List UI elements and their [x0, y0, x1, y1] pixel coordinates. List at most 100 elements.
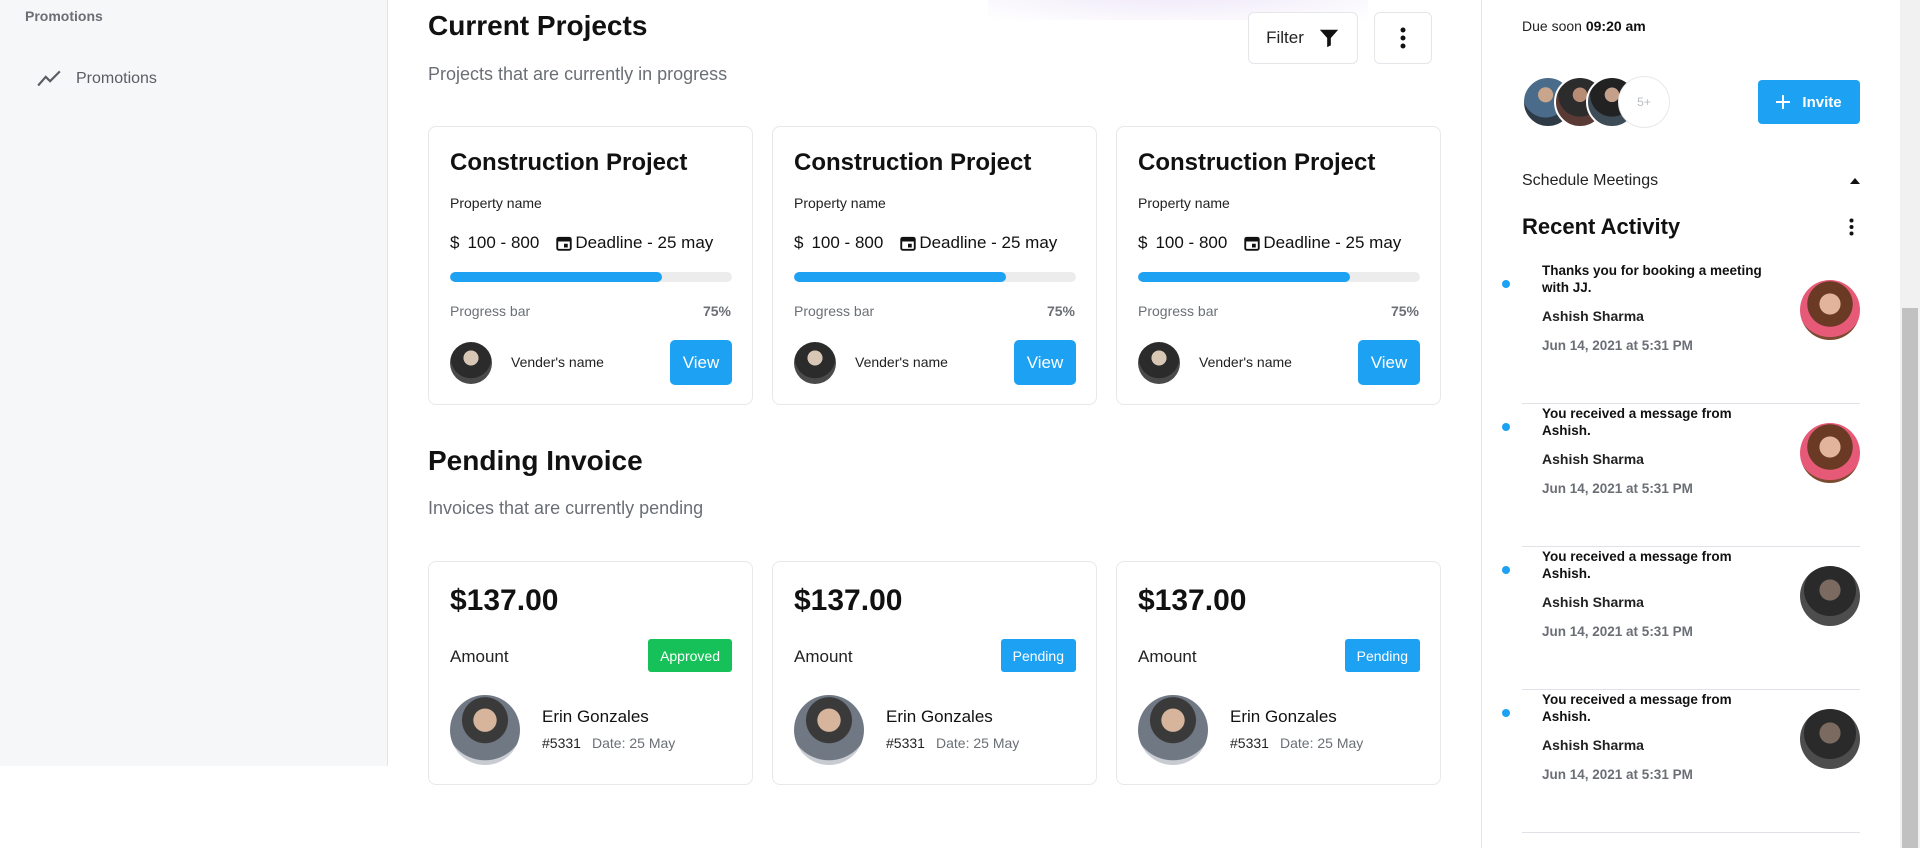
invoice-card: $137.00 Amount Approved Erin Gonzales #5… [428, 561, 753, 785]
client-name: Erin Gonzales [542, 707, 649, 726]
activity-time: Jun 14, 2021 at 5:31 PM [1542, 481, 1693, 496]
price-range: 100 - 800 [1155, 233, 1228, 252]
sidebar-item-label: Promotions [76, 70, 157, 87]
schedule-meetings-toggle[interactable]: Schedule Meetings [1522, 172, 1860, 190]
due-label: Due soon [1522, 18, 1582, 34]
project-card: Construction Project Property name $ 100… [1116, 126, 1441, 405]
man-avatar [1800, 566, 1860, 626]
vendor-avatar [450, 342, 492, 384]
calendar-icon [1244, 236, 1260, 251]
project-card: Construction Project Property name $ 100… [772, 126, 1097, 405]
vertical-scrollbar[interactable] [1900, 0, 1920, 848]
activity-user: Ashish Sharma [1542, 451, 1644, 467]
invoice-date: Date: 25 May [592, 735, 676, 751]
avatar [450, 695, 520, 765]
activity-message: Thanks you for booking a meeting with JJ… [1542, 263, 1762, 295]
client-name: Erin Gonzales [886, 707, 993, 726]
project-title: Construction Project [1138, 149, 1376, 176]
invoice-date: Date: 25 May [1280, 735, 1364, 751]
recent-activity-title: Recent Activity [1522, 214, 1681, 239]
activity-item[interactable]: You received a message from Ashish. Ashi… [1502, 691, 1860, 833]
app-root: Promotions Promotions Current Projects P… [0, 0, 1920, 848]
amount-label: Amount [1138, 647, 1197, 666]
pending-invoice-subtitle: Invoices that are currently pending [428, 498, 704, 518]
filter-icon [1319, 29, 1339, 48]
activity-time: Jun 14, 2021 at 5:31 PM [1542, 624, 1693, 639]
progress-percent: 75% [1390, 303, 1419, 319]
progress-label: Progress bar [450, 303, 531, 319]
vendor-name: Vender's name [855, 354, 948, 370]
recent-activity-more-button[interactable] [1842, 214, 1860, 240]
calendar-icon [556, 236, 572, 251]
property-name: Property name [794, 195, 886, 211]
activity-user: Ashish Sharma [1542, 308, 1644, 324]
currency-symbol: $ [794, 233, 804, 252]
invoice-number: #5331 [542, 735, 581, 751]
vendor-avatar [794, 342, 836, 384]
project-title: Construction Project [794, 149, 1032, 176]
progress-percent: 75% [702, 303, 731, 319]
activity-message: You received a message from Ashish. [1542, 406, 1732, 438]
amount-label: Amount [794, 647, 853, 666]
invoice-amount: $137.00 [450, 584, 559, 617]
calendar-icon [900, 236, 916, 251]
deadline: Deadline - 25 may [919, 233, 1058, 252]
progress-fill [1138, 272, 1350, 282]
progress-percent: 75% [1046, 303, 1075, 319]
property-name: Property name [1138, 195, 1230, 211]
sidebar-item-promotions[interactable]: Promotions [36, 66, 157, 92]
activity-item[interactable]: You received a message from Ashish. Ashi… [1502, 548, 1860, 690]
activity-message: You received a message from Ashish. [1542, 549, 1732, 581]
amount-label: Amount [450, 647, 509, 666]
activity-user: Ashish Sharma [1542, 594, 1644, 610]
status-badge: Approved [648, 639, 732, 672]
more-options-button[interactable] [1374, 12, 1432, 64]
vendor-avatar [1138, 342, 1180, 384]
schedule-label: Schedule Meetings [1522, 172, 1659, 189]
invoice-number: #5331 [886, 735, 925, 751]
view-button[interactable]: View [670, 340, 732, 385]
activity-time: Jun 14, 2021 at 5:31 PM [1542, 338, 1693, 353]
invoice-card: $137.00 Amount Pending Erin Gonzales #53… [772, 561, 1097, 785]
activity-user: Ashish Sharma [1542, 737, 1644, 753]
vendor-name: Vender's name [1199, 354, 1292, 370]
activity-time: Jun 14, 2021 at 5:31 PM [1542, 767, 1693, 782]
progress-fill [794, 272, 1006, 282]
invoice-card: $137.00 Amount Pending Erin Gonzales #53… [1116, 561, 1441, 785]
more-vertical-icon [1849, 218, 1853, 236]
activity-item[interactable]: Thanks you for booking a meeting with JJ… [1502, 262, 1860, 404]
sidebar: Promotions Promotions [0, 0, 388, 766]
invite-button[interactable]: Invite [1758, 80, 1860, 124]
progress-bar [794, 272, 1076, 282]
invoice-amount: $137.00 [1138, 584, 1247, 617]
scrollbar-thumb[interactable] [1902, 308, 1918, 848]
invoice-amount: $137.00 [794, 584, 903, 617]
avatar [794, 695, 864, 765]
current-projects-title: Current Projects [428, 10, 648, 41]
more-avatars-count: 5+ [1618, 76, 1670, 128]
team-avatars[interactable]: 5+ [1522, 76, 1670, 128]
man-avatar [1800, 709, 1860, 769]
right-panel: Due soon 09:20 am 5+ Invite Schedule Mee… [1481, 0, 1900, 848]
more-vertical-icon [1400, 27, 1406, 49]
pending-invoice-title: Pending Invoice [428, 445, 643, 476]
progress-label: Progress bar [1138, 303, 1219, 319]
deadline: Deadline - 25 may [575, 233, 714, 252]
activity-item[interactable]: You received a message from Ashish. Ashi… [1502, 405, 1860, 547]
view-button[interactable]: View [1014, 340, 1076, 385]
invoice-date: Date: 25 May [936, 735, 1020, 751]
unread-dot [1502, 566, 1510, 574]
currency-symbol: $ [1138, 233, 1148, 252]
vendor-name: Vender's name [511, 354, 604, 370]
caret-up-icon [1850, 178, 1860, 184]
filter-button[interactable]: Filter [1248, 12, 1358, 64]
view-button[interactable]: View [1358, 340, 1420, 385]
invoice-number: #5331 [1230, 735, 1269, 751]
project-title: Construction Project [450, 149, 688, 176]
progress-fill [450, 272, 662, 282]
unread-dot [1502, 709, 1510, 717]
deadline: Deadline - 25 may [1263, 233, 1402, 252]
plus-icon [1776, 95, 1791, 109]
property-name: Property name [450, 195, 542, 211]
main-content: Current Projects Projects that are curre… [388, 0, 1481, 848]
